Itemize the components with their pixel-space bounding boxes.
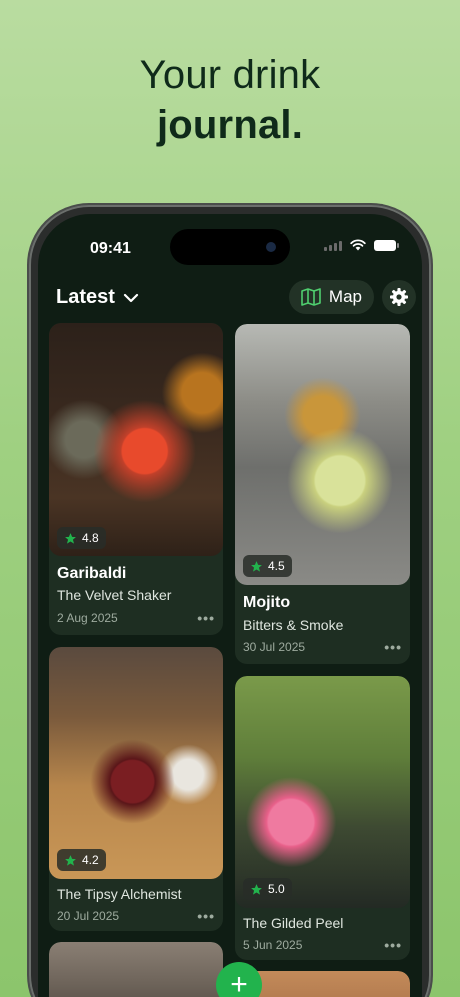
chevron-down-icon [123, 293, 139, 302]
latest-label: Latest [56, 286, 115, 308]
more-icon[interactable]: ••• [197, 610, 215, 626]
rating-badge: 4.8 [57, 527, 106, 549]
drink-card-mojito[interactable]: 4.5 Mojito Bitters & Smoke 30 Jul 2025 •… [235, 324, 410, 664]
star-icon [65, 854, 76, 866]
drink-name: Mojito [243, 594, 291, 611]
camera-icon [266, 242, 276, 252]
star-icon [251, 883, 262, 895]
settings-button[interactable] [382, 280, 416, 314]
drink-date: 5 Jun 2025 [243, 938, 303, 952]
drink-card-garibaldi[interactable]: 4.8 Garibaldi The Velvet Shaker 2 Aug 20… [49, 323, 223, 635]
headline-line-1: Your drink [139, 53, 321, 97]
drink-photo [49, 323, 223, 556]
map-button[interactable]: Map [288, 280, 374, 314]
venue-name: The Velvet Shaker [57, 587, 172, 603]
headline-line-2: journal. [156, 103, 304, 147]
rating-value: 4.8 [82, 531, 99, 545]
battery-icon [374, 239, 399, 251]
wifi-icon [350, 239, 366, 251]
drink-photo [235, 324, 410, 585]
drink-card-tipsy-alchemist[interactable]: 4.2 The Tipsy Alchemist 20 Jul 2025 ••• [49, 647, 223, 931]
drink-card-partial[interactable] [49, 942, 223, 997]
drink-date: 30 Jul 2025 [243, 640, 306, 654]
rating-badge: 4.5 [243, 555, 292, 577]
more-icon[interactable]: ••• [384, 639, 402, 655]
top-bar: Latest Map [38, 278, 422, 318]
drink-card-gilded-peel[interactable]: 5.0 The Gilded Peel 5 Jun 2025 ••• [235, 676, 410, 960]
status-time: 09:41 [90, 240, 131, 257]
rating-value: 4.2 [82, 853, 99, 867]
star-icon [65, 532, 76, 544]
venue-name: The Gilded Peel [243, 915, 344, 931]
rating-value: 4.5 [268, 559, 285, 573]
headline: Your drink journal. [0, 50, 460, 150]
drink-date: 2 Aug 2025 [57, 611, 118, 625]
rating-badge: 5.0 [243, 878, 292, 900]
phone-screen: 09:41 Latest Map 4.8 Garibaldi The Velve… [38, 214, 422, 997]
more-icon[interactable]: ••• [197, 908, 215, 924]
star-icon [251, 560, 262, 572]
gear-icon [390, 288, 408, 306]
map-icon [301, 288, 321, 306]
plus-icon: + [230, 968, 248, 997]
drink-photo [49, 942, 223, 997]
more-icon[interactable]: ••• [384, 937, 402, 953]
phone-frame: 09:41 Latest Map 4.8 Garibaldi The Velve… [29, 205, 431, 997]
drink-date: 20 Jul 2025 [57, 909, 120, 923]
signal-icon [324, 239, 342, 251]
map-label: Map [328, 287, 362, 306]
rating-value: 5.0 [268, 882, 285, 896]
status-icons [324, 239, 399, 251]
venue-name: Bitters & Smoke [243, 617, 344, 633]
drink-name: Garibaldi [57, 565, 127, 582]
dynamic-island [170, 229, 290, 265]
latest-dropdown[interactable]: Latest [56, 286, 139, 309]
rating-badge: 4.2 [57, 849, 106, 871]
venue-name: The Tipsy Alchemist [57, 886, 182, 902]
drink-photo [235, 676, 410, 908]
add-drink-button[interactable]: + [216, 962, 262, 997]
drink-photo [49, 647, 223, 879]
